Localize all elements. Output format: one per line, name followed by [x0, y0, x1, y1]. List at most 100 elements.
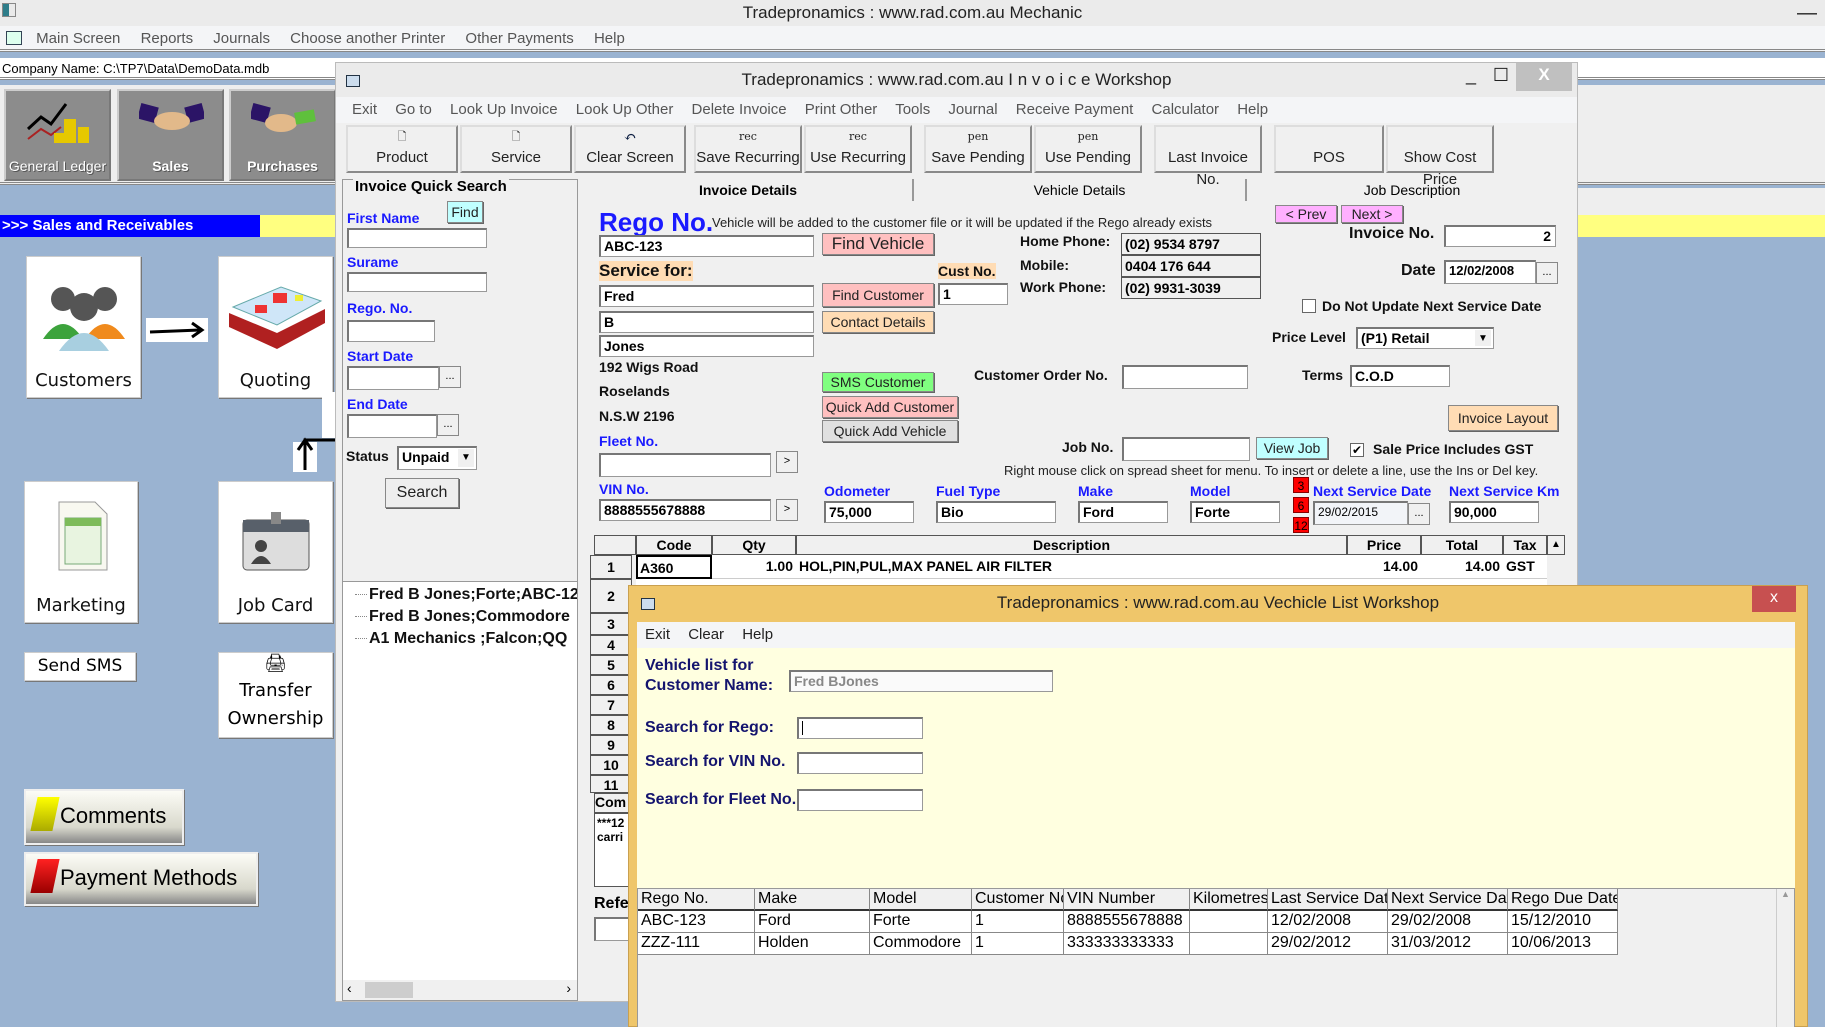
middle-name-input[interactable]: B: [599, 311, 814, 333]
menu-look-up-invoice[interactable]: Look Up Invoice: [450, 101, 558, 118]
contact-details-button[interactable]: Contact Details: [822, 311, 934, 333]
quoting-tile[interactable]: Quoting: [218, 256, 333, 398]
quick-add-customer-button[interactable]: Quick Add Customer: [822, 396, 958, 418]
grid-cell-code[interactable]: A360: [636, 555, 712, 579]
row-number[interactable]: 1: [590, 555, 632, 579]
column-header-make[interactable]: Make: [755, 889, 870, 911]
table-cell-last-service[interactable]: 12/02/2008: [1268, 911, 1388, 933]
column-header-customer-no[interactable]: Customer No.: [972, 889, 1064, 911]
fleet-no-input[interactable]: [599, 453, 771, 477]
end-date-picker-button[interactable]: ...: [437, 414, 459, 436]
terms-input[interactable]: C.O.D: [1350, 365, 1450, 387]
table-cell-next-service[interactable]: 29/02/2008: [1388, 911, 1508, 933]
view-job-button[interactable]: View Job: [1256, 437, 1328, 459]
find-vehicle-button[interactable]: Find Vehicle: [822, 233, 934, 255]
column-header-last-service[interactable]: Last Service Date: [1268, 889, 1388, 911]
menu-main-screen[interactable]: Main Screen: [36, 30, 120, 47]
end-date-input[interactable]: [347, 414, 437, 438]
surname-input[interactable]: [347, 272, 487, 292]
menu-look-up-other[interactable]: Look Up Other: [576, 101, 674, 118]
row-number[interactable]: 4: [590, 635, 632, 655]
column-header-vin[interactable]: VIN Number: [1064, 889, 1190, 911]
minimize-button[interactable]: _: [1456, 63, 1486, 91]
menu-clear[interactable]: Clear: [688, 626, 724, 643]
next-service-date-input[interactable]: 29/02/2015: [1313, 501, 1408, 525]
menu-help[interactable]: Help: [742, 626, 773, 643]
row-number[interactable]: 5: [590, 655, 632, 675]
sales-button[interactable]: Sales: [117, 89, 224, 181]
date-picker-button[interactable]: ...: [1536, 262, 1558, 284]
menu-help[interactable]: Help: [594, 30, 625, 47]
table-cell-kilometres[interactable]: [1190, 933, 1268, 955]
next-button[interactable]: Next >: [1341, 205, 1403, 223]
customers-tile[interactable]: Customers: [26, 256, 141, 398]
clear-screen-button[interactable]: ↶ Clear Screen: [574, 125, 686, 173]
grid-cell-qty[interactable]: 1.00: [712, 555, 796, 579]
rego-input[interactable]: ABC-123: [599, 235, 814, 257]
menu-help[interactable]: Help: [1237, 101, 1268, 118]
do-not-update-checkbox[interactable]: [1302, 299, 1316, 313]
table-cell-model[interactable]: Forte: [870, 911, 972, 933]
grid-cell-tax[interactable]: GST: [1503, 555, 1547, 579]
column-header-tax[interactable]: Tax: [1503, 535, 1547, 555]
rego-input[interactable]: [347, 320, 435, 342]
vin-lookup-button[interactable]: >: [776, 499, 798, 521]
cust-no-input[interactable]: 1: [938, 283, 1008, 305]
menu-other-payments[interactable]: Other Payments: [465, 30, 573, 47]
table-cell-rego[interactable]: ZZZ-111: [638, 933, 755, 955]
quick-add-vehicle-button[interactable]: Quick Add Vehicle: [822, 420, 958, 442]
horizontal-scrollbar[interactable]: ‹ ›: [343, 980, 577, 1000]
comments-button[interactable]: Comments: [24, 789, 184, 845]
find-button[interactable]: Find: [447, 201, 483, 223]
search-result-item[interactable]: Fred B Jones;Forte;ABC-123: [355, 586, 577, 604]
menu-journal[interactable]: Journal: [948, 101, 997, 118]
grid-cell-total[interactable]: 14.00: [1421, 555, 1503, 579]
row-number[interactable]: 2: [590, 579, 632, 613]
scroll-left-icon[interactable]: ‹: [347, 980, 352, 996]
pos-button[interactable]: POS: [1274, 125, 1384, 173]
grid-cell-price[interactable]: 14.00: [1347, 555, 1421, 579]
price-level-select[interactable]: (P1) Retail ▼: [1356, 327, 1494, 349]
column-header-description[interactable]: Description: [796, 535, 1347, 555]
tab-invoice-details[interactable]: Invoice Details: [584, 179, 914, 201]
fleet-lookup-button[interactable]: >: [776, 451, 798, 473]
menu-reports[interactable]: Reports: [141, 30, 194, 47]
menu-exit[interactable]: Exit: [352, 101, 377, 118]
row-number[interactable]: 8: [590, 715, 632, 735]
find-customer-button[interactable]: Find Customer: [822, 283, 934, 307]
marketing-tile[interactable]: Marketing: [24, 481, 138, 623]
column-header-model[interactable]: Model: [870, 889, 972, 911]
menu-delete-invoice[interactable]: Delete Invoice: [692, 101, 787, 118]
table-cell-vin[interactable]: 333333333333: [1064, 933, 1190, 955]
show-cost-price-button[interactable]: Show Cost Price: [1386, 125, 1494, 188]
menu-go-to[interactable]: Go to: [395, 101, 432, 118]
status-select[interactable]: Unpaid ▼: [397, 446, 477, 470]
maximize-button[interactable]: ☐: [1486, 63, 1516, 91]
tab-vehicle-details[interactable]: Vehicle Details: [914, 179, 1247, 201]
date-input[interactable]: 12/02/2008: [1444, 260, 1536, 284]
last-invoice-button[interactable]: Last Invoice No.: [1154, 125, 1262, 188]
search-result-item[interactable]: Fred B Jones;Commodore: [355, 608, 577, 626]
table-cell-customer-no[interactable]: 1: [972, 933, 1064, 955]
prev-button[interactable]: < Prev: [1275, 205, 1337, 223]
column-header-qty[interactable]: Qty: [712, 535, 796, 555]
table-cell-kilometres[interactable]: [1190, 911, 1268, 933]
vin-input[interactable]: 8888555678888: [599, 499, 771, 521]
table-cell-rego-due[interactable]: 15/12/2010: [1508, 911, 1618, 933]
menu-tools[interactable]: Tools: [895, 101, 930, 118]
start-date-picker-button[interactable]: ...: [439, 366, 461, 388]
save-pending-button[interactable]: pen Save Pending: [924, 125, 1032, 173]
table-cell-next-service[interactable]: 31/03/2012: [1388, 933, 1508, 955]
payment-methods-button[interactable]: Payment Methods: [24, 852, 258, 906]
table-cell-make[interactable]: Ford: [755, 911, 870, 933]
close-button[interactable]: X: [1516, 63, 1572, 91]
make-input[interactable]: Ford: [1078, 501, 1168, 523]
last-name-input[interactable]: Jones: [599, 335, 814, 357]
service-button[interactable]: 🗋 Service: [460, 125, 572, 173]
search-result-item[interactable]: A1 Mechanics ;Falcon;QQ: [355, 630, 577, 648]
first-name-input[interactable]: [347, 228, 487, 248]
first-name-input[interactable]: Fred: [599, 285, 814, 307]
row-number[interactable]: 9: [590, 735, 632, 755]
scroll-right-icon[interactable]: ›: [566, 980, 571, 996]
use-recurring-button[interactable]: rec Use Recurring: [804, 125, 912, 173]
